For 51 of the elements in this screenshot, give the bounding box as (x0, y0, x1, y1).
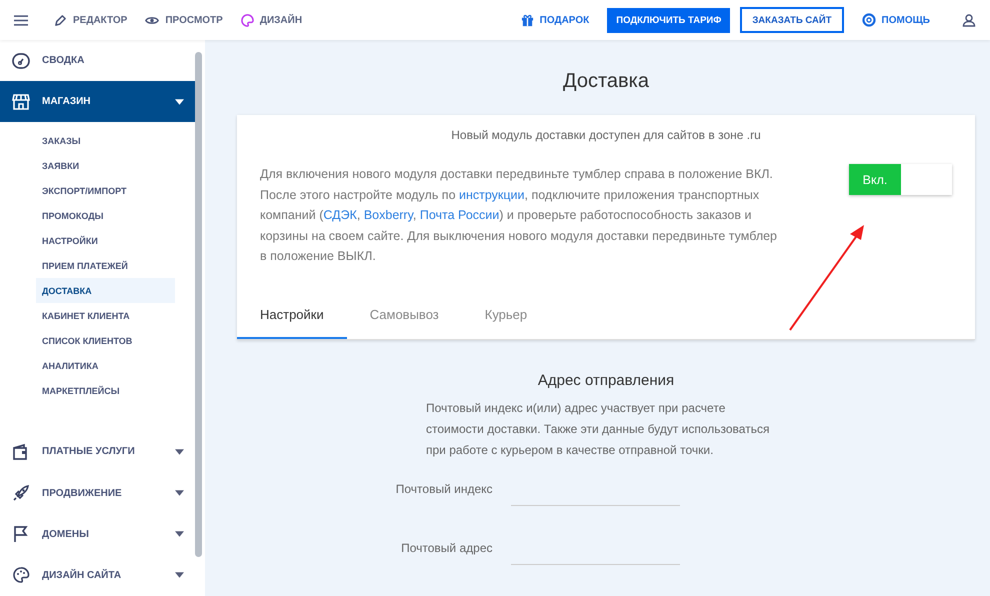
pencil-icon (54, 14, 67, 26)
submenu-item[interactable]: ЭКСПОРТ/ИМПОРТ (36, 178, 175, 204)
notice-text: Новый модуль доставки доступен для сайтов в зоне .ru (450, 128, 762, 142)
sidebar-item[interactable]: СВОДКА (0, 40, 195, 82)
sidebar-item[interactable]: МАГАЗИН (0, 81, 195, 122)
field-label: Почтовый индекс (394, 482, 492, 498)
link[interactable]: инструкции (459, 188, 525, 202)
link[interactable]: СДЭК (323, 208, 357, 222)
submenu-item[interactable]: ПРОМОКОДЫ (36, 203, 175, 228)
gift-icon (520, 14, 534, 26)
section-description: Почтовый индекс и(или) адрес участвует при расчете стоимости доставки. Также эти данные будут использоваться при работе с курьером в качестве отправной точки. (426, 400, 770, 458)
page-title: Доставка (562, 70, 650, 93)
submenu-item[interactable]: ПРИЕМ ПЛАТЕЖЕЙ (36, 253, 175, 278)
link[interactable]: Почта России (420, 208, 500, 222)
mode-button[interactable]: ДИЗАЙН (240, 14, 302, 26)
mode-button[interactable]: ПРОСМОТР (145, 14, 223, 26)
menu-icon[interactable] (14, 14, 28, 26)
palette-icon (240, 14, 254, 26)
sidebar-item[interactable]: ПРОДВИЖЕНИЕ (0, 472, 195, 514)
eye-icon (145, 14, 160, 26)
submenu-item[interactable]: АНАЛИТИКА (36, 353, 175, 378)
sidebar-item[interactable]: ДИЗАЙН САЙТА (0, 554, 195, 596)
submenu-item[interactable]: ЗАЯВКИ (36, 153, 175, 178)
store-icon (12, 92, 30, 111)
gift-button[interactable]: ПОДАРОК (520, 14, 590, 26)
submenu-item[interactable]: НАСТРОЙКИ (36, 228, 175, 254)
sidebar-item[interactable]: ДОМЕНЫ (0, 514, 195, 555)
order-site-button[interactable]: ЗАКАЗАТЬ САЙТ (740, 7, 844, 33)
submenu-item[interactable]: СПИСОК КЛИЕНТОВ (36, 328, 175, 354)
user-icon[interactable] (962, 13, 976, 27)
rocket-icon (12, 484, 30, 502)
wallet-icon (12, 442, 30, 461)
lifebuoy-icon (862, 13, 876, 27)
palette-icon (12, 566, 30, 584)
help-button[interactable]: ПОМОЩЬ (862, 13, 930, 27)
description-text: Для включения нового модуля доставки передвиньте тумблер справа в положение ВКЛ. После этого настройте модуль по инструкции, подключите приложения транспортных компаний (СДЭК, Boxberry, Почта России) и проверьте работоспособность заказов и корзины на своем сайте. Для выключения нового модуля доставки передвиньте тумблер в положение ВЫКЛ. (260, 166, 778, 265)
link[interactable]: Boxberry (364, 208, 413, 222)
mode-button[interactable]: РЕДАКТОР (54, 14, 128, 26)
submenu-item[interactable]: МАРКЕТПЛЕЙСЫ (36, 378, 175, 404)
section-heading: Адрес отправления (538, 372, 674, 388)
submenu-item[interactable]: КАБИНЕТ КЛИЕНТА (36, 303, 175, 328)
sidebar-item[interactable]: ПЛАТНЫЕ УСЛУГИ (0, 431, 195, 473)
connect-plan-button[interactable]: ПОДКЛЮЧИТЬ ТАРИФ (607, 8, 730, 32)
field-label: Почтовый адрес (400, 540, 492, 556)
tab[interactable]: Самовывоз (346, 296, 462, 338)
gauge-icon (12, 52, 30, 70)
submenu-item[interactable]: ЗАКАЗЫ (36, 128, 175, 154)
tab[interactable]: Настройки (237, 296, 347, 338)
tab[interactable]: Курьер (462, 296, 550, 338)
flag-icon (12, 525, 30, 544)
submenu-item[interactable]: ДОСТАВКА (36, 278, 175, 304)
